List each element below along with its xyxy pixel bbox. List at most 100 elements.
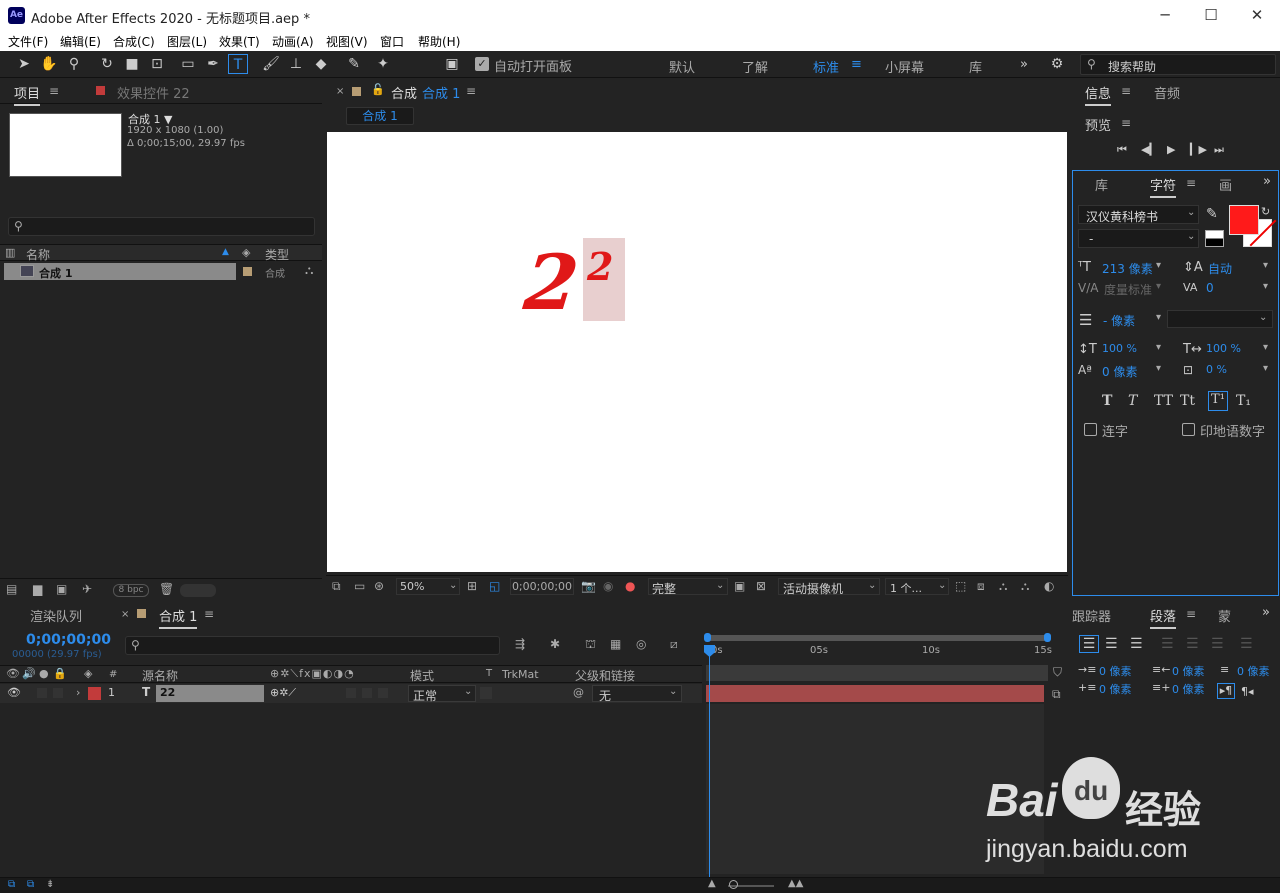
- type-tool-icon[interactable]: T: [228, 54, 248, 74]
- comp-mini-flowchart-icon[interactable]: ⇶: [515, 637, 525, 651]
- breadcrumb[interactable]: 合成 1: [346, 107, 414, 125]
- solo-box[interactable]: [37, 688, 47, 698]
- comp-tab-name[interactable]: 合成 1: [422, 83, 460, 102]
- transparency-grid-icon[interactable]: ◱: [489, 579, 500, 593]
- superscript-button[interactable]: T¹: [1208, 391, 1228, 411]
- leading-value[interactable]: 自动: [1208, 260, 1232, 277]
- col-mode[interactable]: 模式: [410, 667, 434, 684]
- table-row[interactable]: 👁 › 1 T 22 ⊕✲⟋ 正常 ⌄ @ 无 ⌄: [0, 684, 702, 703]
- menu-file[interactable]: 文件(F): [8, 33, 48, 50]
- workspace-default[interactable]: 默认: [669, 57, 695, 76]
- selection-tool-icon[interactable]: ➤: [14, 54, 34, 74]
- baseline-shift-value[interactable]: 0 像素: [1102, 363, 1137, 380]
- stroke-type-select[interactable]: ⌄: [1167, 310, 1273, 328]
- layer-label-swatch[interactable]: [88, 687, 101, 700]
- help-search-input[interactable]: ⚲ 搜索帮助: [1080, 54, 1276, 75]
- draft-3d-icon[interactable]: ✱: [550, 637, 560, 651]
- list-item[interactable]: 合成 1 合成 ⛬: [0, 263, 322, 280]
- lock-icon[interactable]: 🔓: [371, 83, 385, 96]
- panel-menu-icon[interactable]: ≡: [1121, 116, 1131, 130]
- rotate-tool-icon[interactable]: ↻: [97, 54, 117, 74]
- rtl-direction-icon[interactable]: ¶◂: [1241, 685, 1254, 698]
- next-frame-icon[interactable]: ▎▶: [1190, 143, 1207, 156]
- faux-italic-button[interactable]: T: [1128, 393, 1137, 409]
- comp-button-icon[interactable]: ⧉: [1052, 687, 1061, 702]
- tracking-value[interactable]: 0: [1206, 281, 1214, 295]
- align-center-icon[interactable]: ☰: [1105, 636, 1118, 652]
- switch-box-3[interactable]: [378, 688, 388, 698]
- roto-brush-tool-icon[interactable]: ✎: [344, 54, 364, 74]
- zoom-in-icon[interactable]: ▲▲: [788, 878, 803, 889]
- workspace-small-screen[interactable]: 小屏幕: [885, 57, 924, 76]
- text-layer-big[interactable]: 2: [520, 238, 582, 327]
- rectangle-tool-icon[interactable]: ▭: [178, 54, 198, 74]
- kerning-value[interactable]: 度量标准: [1104, 281, 1152, 298]
- toggle-timing-icon[interactable]: ⇟: [46, 879, 54, 890]
- flowchart-icon[interactable]: ⛬: [305, 263, 313, 278]
- tab-project[interactable]: 项目: [14, 83, 41, 106]
- eye-icon[interactable]: 👁: [7, 686, 21, 699]
- auto-open-checkbox[interactable]: ✓: [475, 57, 489, 71]
- fill-color-swatch[interactable]: [1229, 205, 1259, 235]
- align-right-icon[interactable]: ☰: [1130, 636, 1143, 652]
- chevron-down-icon[interactable]: ▾: [1156, 260, 1161, 271]
- ltr-direction-icon[interactable]: ▸¶: [1217, 683, 1235, 699]
- panel-icon[interactable]: ▣: [442, 54, 462, 74]
- layer-switches-icon[interactable]: ⊕✲⟋: [270, 686, 296, 700]
- tab-render-queue[interactable]: 渲染队列: [30, 606, 82, 625]
- toggle-pixel-icon[interactable]: ⬚: [955, 579, 966, 593]
- flowchart-icon[interactable]: ⛬: [999, 579, 1007, 594]
- work-area-range[interactable]: [706, 665, 1048, 681]
- more-tabs-icon[interactable]: »: [1263, 174, 1271, 189]
- workspace-standard[interactable]: 标准: [813, 57, 839, 76]
- chevron-down-icon[interactable]: ▾: [1156, 363, 1161, 374]
- maximize-button[interactable]: ☐: [1188, 0, 1234, 31]
- tab-library[interactable]: 库: [1095, 175, 1108, 194]
- tab-comp-1[interactable]: 合成 1: [159, 606, 198, 629]
- menu-help[interactable]: 帮助(H): [418, 33, 460, 50]
- views-select[interactable]: 1 个... ⌄: [885, 578, 949, 595]
- work-area-bar[interactable]: [706, 635, 1048, 641]
- menu-edit[interactable]: 编辑(E): [60, 33, 101, 50]
- panel-menu-icon[interactable]: ≡: [466, 84, 476, 98]
- menu-effect[interactable]: 效果(T): [219, 33, 260, 50]
- col-source-name[interactable]: 源名称: [142, 667, 178, 684]
- bpc-badge[interactable]: 8 bpc: [113, 584, 149, 597]
- switch-box-1[interactable]: [346, 688, 356, 698]
- snapshot-icon[interactable]: 📷: [581, 579, 596, 593]
- tab-audio[interactable]: 音频: [1154, 83, 1180, 102]
- chevron-down-icon[interactable]: ▾: [1263, 363, 1268, 374]
- col-name[interactable]: 名称: [26, 246, 50, 263]
- tab-mask[interactable]: 蒙: [1218, 606, 1231, 625]
- scroll-handle[interactable]: [180, 584, 216, 597]
- panel-menu-icon[interactable]: ≡: [1186, 607, 1196, 621]
- layer-name-field[interactable]: 22: [156, 685, 264, 702]
- adjust-icon[interactable]: ✈: [82, 582, 92, 596]
- camera-tool-icon[interactable]: ■: [122, 54, 142, 74]
- parent-select[interactable]: 无 ⌄: [592, 685, 682, 703]
- subscript-button[interactable]: T₁: [1236, 393, 1251, 409]
- eyedropper-icon[interactable]: ✎: [1206, 206, 1218, 222]
- more-workspaces-icon[interactable]: »: [1020, 57, 1028, 72]
- reset-exposure-icon[interactable]: ⧈: [977, 579, 985, 594]
- comp-marker-icon[interactable]: ⛉: [1053, 665, 1062, 680]
- last-frame-icon[interactable]: ⏭: [1214, 143, 1224, 157]
- workspace-menu-icon[interactable]: ≡: [851, 57, 862, 72]
- work-area-start-handle[interactable]: [704, 633, 711, 642]
- font-family-select[interactable]: 汉仪黄科榜书 ⌄: [1078, 205, 1199, 224]
- menu-view[interactable]: 视图(V): [326, 33, 368, 50]
- menu-window[interactable]: 窗口: [380, 33, 404, 50]
- hindi-digits-checkbox[interactable]: [1182, 423, 1195, 436]
- hand-tool-icon[interactable]: ✋: [39, 54, 59, 74]
- switch-box-2[interactable]: [362, 688, 372, 698]
- grid-toggle-icon[interactable]: ⊠: [756, 579, 766, 593]
- pan-behind-tool-icon[interactable]: ⊡: [147, 54, 167, 74]
- zoom-tool-icon[interactable]: ⚲: [64, 54, 84, 74]
- always-preview-icon[interactable]: ⧉: [332, 579, 341, 594]
- chevron-down-icon[interactable]: ▾: [1263, 260, 1268, 271]
- camera-select[interactable]: 活动摄像机 ⌄: [778, 578, 880, 596]
- interpret-footage-icon[interactable]: ▤: [6, 582, 17, 596]
- chevron-down-icon[interactable]: ▾: [1263, 342, 1268, 353]
- align-left-icon[interactable]: ☰: [1079, 635, 1099, 653]
- indent-first-value[interactable]: 0 像素: [1237, 663, 1270, 679]
